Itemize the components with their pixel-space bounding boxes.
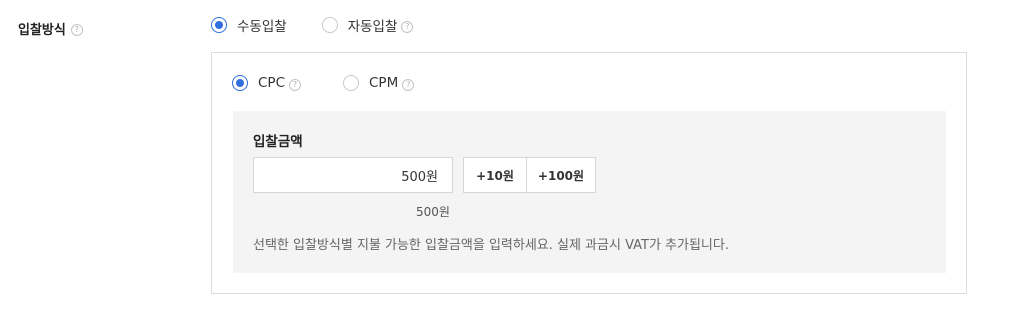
- manual-bid-option[interactable]: 수동입찰: [211, 15, 287, 35]
- cpc-label: CPC: [258, 75, 285, 91]
- auto-bid-label: 자동입찰: [347, 19, 398, 35]
- amount-note: 500원: [416, 205, 450, 219]
- help-icon[interactable]: ?: [401, 20, 414, 33]
- add-100-won-button[interactable]: +100원: [526, 157, 596, 193]
- add-10-won-button[interactable]: +10원: [463, 157, 527, 193]
- helper-text: 선택한 입찰방식별 지불 가능한 입찰금액을 입력하세요. 실제 과금시 VAT…: [253, 238, 729, 253]
- bid-settings-panel: CPC ? CPM ? 입찰금액 +10원 +100원 500원 선택한 입찰방…: [211, 52, 967, 294]
- radio-checked-icon[interactable]: [232, 75, 248, 91]
- help-icon[interactable]: ?: [70, 23, 83, 36]
- bid-type-radio-group: CPC ? CPM ?: [232, 71, 415, 95]
- bid-amount-input[interactable]: [253, 157, 453, 193]
- radio-unchecked-icon[interactable]: [343, 75, 359, 91]
- help-icon[interactable]: ?: [402, 78, 415, 91]
- increment-button-group: +10원 +100원: [463, 157, 596, 193]
- cpc-option[interactable]: CPC ?: [232, 75, 301, 91]
- auto-bid-option[interactable]: 자동입찰 ?: [321, 15, 414, 35]
- bid-amount-title: 입찰금액: [253, 134, 303, 150]
- bid-amount-section: 입찰금액 +10원 +100원 500원 선택한 입찰방식별 지불 가능한 입찰…: [233, 111, 946, 273]
- bid-method-radio-group: 수동입찰 자동입찰 ?: [211, 13, 414, 37]
- cpm-option[interactable]: CPM ?: [343, 75, 415, 91]
- manual-bid-label: 수동입찰: [237, 19, 287, 35]
- cpm-label: CPM: [369, 75, 399, 91]
- bid-method-label: 입찰방식: [18, 22, 66, 38]
- radio-unchecked-icon[interactable]: [321, 17, 338, 33]
- bid-method-label-group: 입찰방식 ?: [18, 16, 83, 40]
- radio-checked-icon[interactable]: [211, 17, 227, 33]
- help-icon[interactable]: ?: [289, 78, 301, 91]
